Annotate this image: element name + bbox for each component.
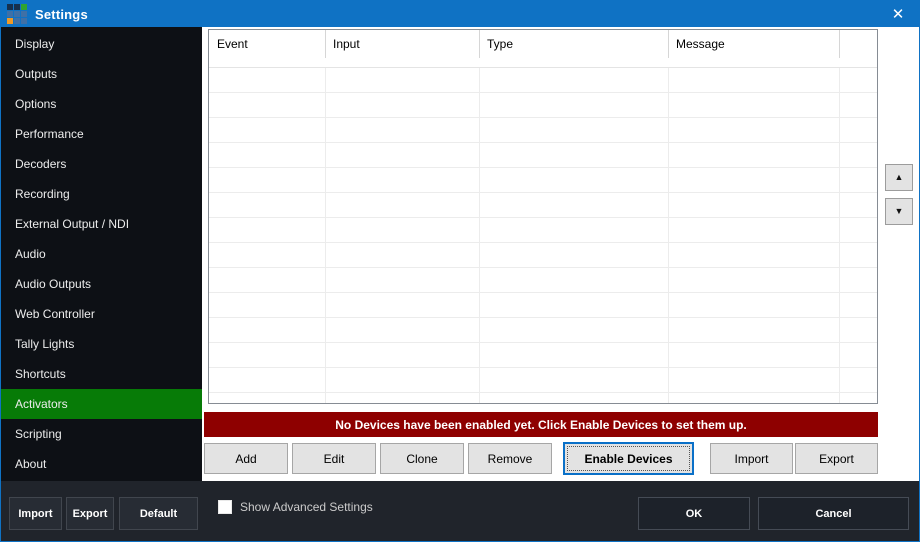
remove-button[interactable]: Remove [468,443,552,474]
column-header-empty [839,30,877,67]
sidebar-item-decoders[interactable]: Decoders [1,149,202,179]
header-separator [479,30,480,58]
sidebar-item-audio-outputs[interactable]: Audio Outputs [1,269,202,299]
column-header-event[interactable]: Event [209,30,325,67]
clone-button[interactable]: Clone [380,443,464,474]
header-separator [668,30,669,58]
move-down-button[interactable]: ▼ [885,198,913,225]
window-title: Settings [35,7,88,22]
table-header-row: Event Input Type Message [209,30,877,68]
title-bar: Settings ✕ [1,1,919,27]
show-advanced-settings-toggle[interactable]: Show Advanced Settings [218,500,373,514]
export-activators-button[interactable]: Export [795,443,878,474]
arrow-up-icon: ▲ [895,173,904,182]
activators-table: Event Input Type Message [208,29,878,404]
sidebar-item-activators[interactable]: Activators [1,389,202,419]
edit-button[interactable]: Edit [292,443,376,474]
enable-devices-button[interactable]: Enable Devices [563,442,694,475]
sidebar-item-performance[interactable]: Performance [1,119,202,149]
ok-button[interactable]: OK [638,497,750,530]
column-header-type[interactable]: Type [479,30,668,67]
sidebar-item-display[interactable]: Display [1,29,202,59]
sidebar-item-options[interactable]: Options [1,89,202,119]
sidebar-item-about[interactable]: About [1,449,202,479]
header-separator [839,30,840,58]
settings-window: Settings ✕ Display Outputs Options Perfo… [0,0,920,542]
show-advanced-label: Show Advanced Settings [240,500,373,514]
cancel-button[interactable]: Cancel [758,497,909,530]
sidebar-item-external-output-ndi[interactable]: External Output / NDI [1,209,202,239]
settings-sidebar: Display Outputs Options Performance Deco… [1,27,202,482]
import-settings-button[interactable]: Import [9,497,62,530]
sidebar-item-recording[interactable]: Recording [1,179,202,209]
sidebar-item-shortcuts[interactable]: Shortcuts [1,359,202,389]
no-devices-warning-banner: No Devices have been enabled yet. Click … [204,412,878,437]
app-logo-icon [7,4,27,24]
dialog-footer: Import Export Default Show Advanced Sett… [1,481,919,541]
column-header-message[interactable]: Message [668,30,839,67]
sidebar-item-tally-lights[interactable]: Tally Lights [1,329,202,359]
close-icon[interactable]: ✕ [882,1,914,27]
header-separator [325,30,326,58]
activators-panel: Event Input Type Message ▲ ▼ No Devices … [202,27,919,482]
show-advanced-checkbox [218,500,232,514]
sidebar-item-audio[interactable]: Audio [1,239,202,269]
arrow-down-icon: ▼ [895,207,904,216]
move-up-button[interactable]: ▲ [885,164,913,191]
sidebar-item-scripting[interactable]: Scripting [1,419,202,449]
column-header-input[interactable]: Input [325,30,479,67]
add-button[interactable]: Add [204,443,288,474]
import-activators-button[interactable]: Import [710,443,793,474]
table-body-empty[interactable] [209,68,877,403]
sidebar-item-outputs[interactable]: Outputs [1,59,202,89]
export-settings-button[interactable]: Export [66,497,114,530]
sidebar-item-web-controller[interactable]: Web Controller [1,299,202,329]
default-settings-button[interactable]: Default [119,497,198,530]
